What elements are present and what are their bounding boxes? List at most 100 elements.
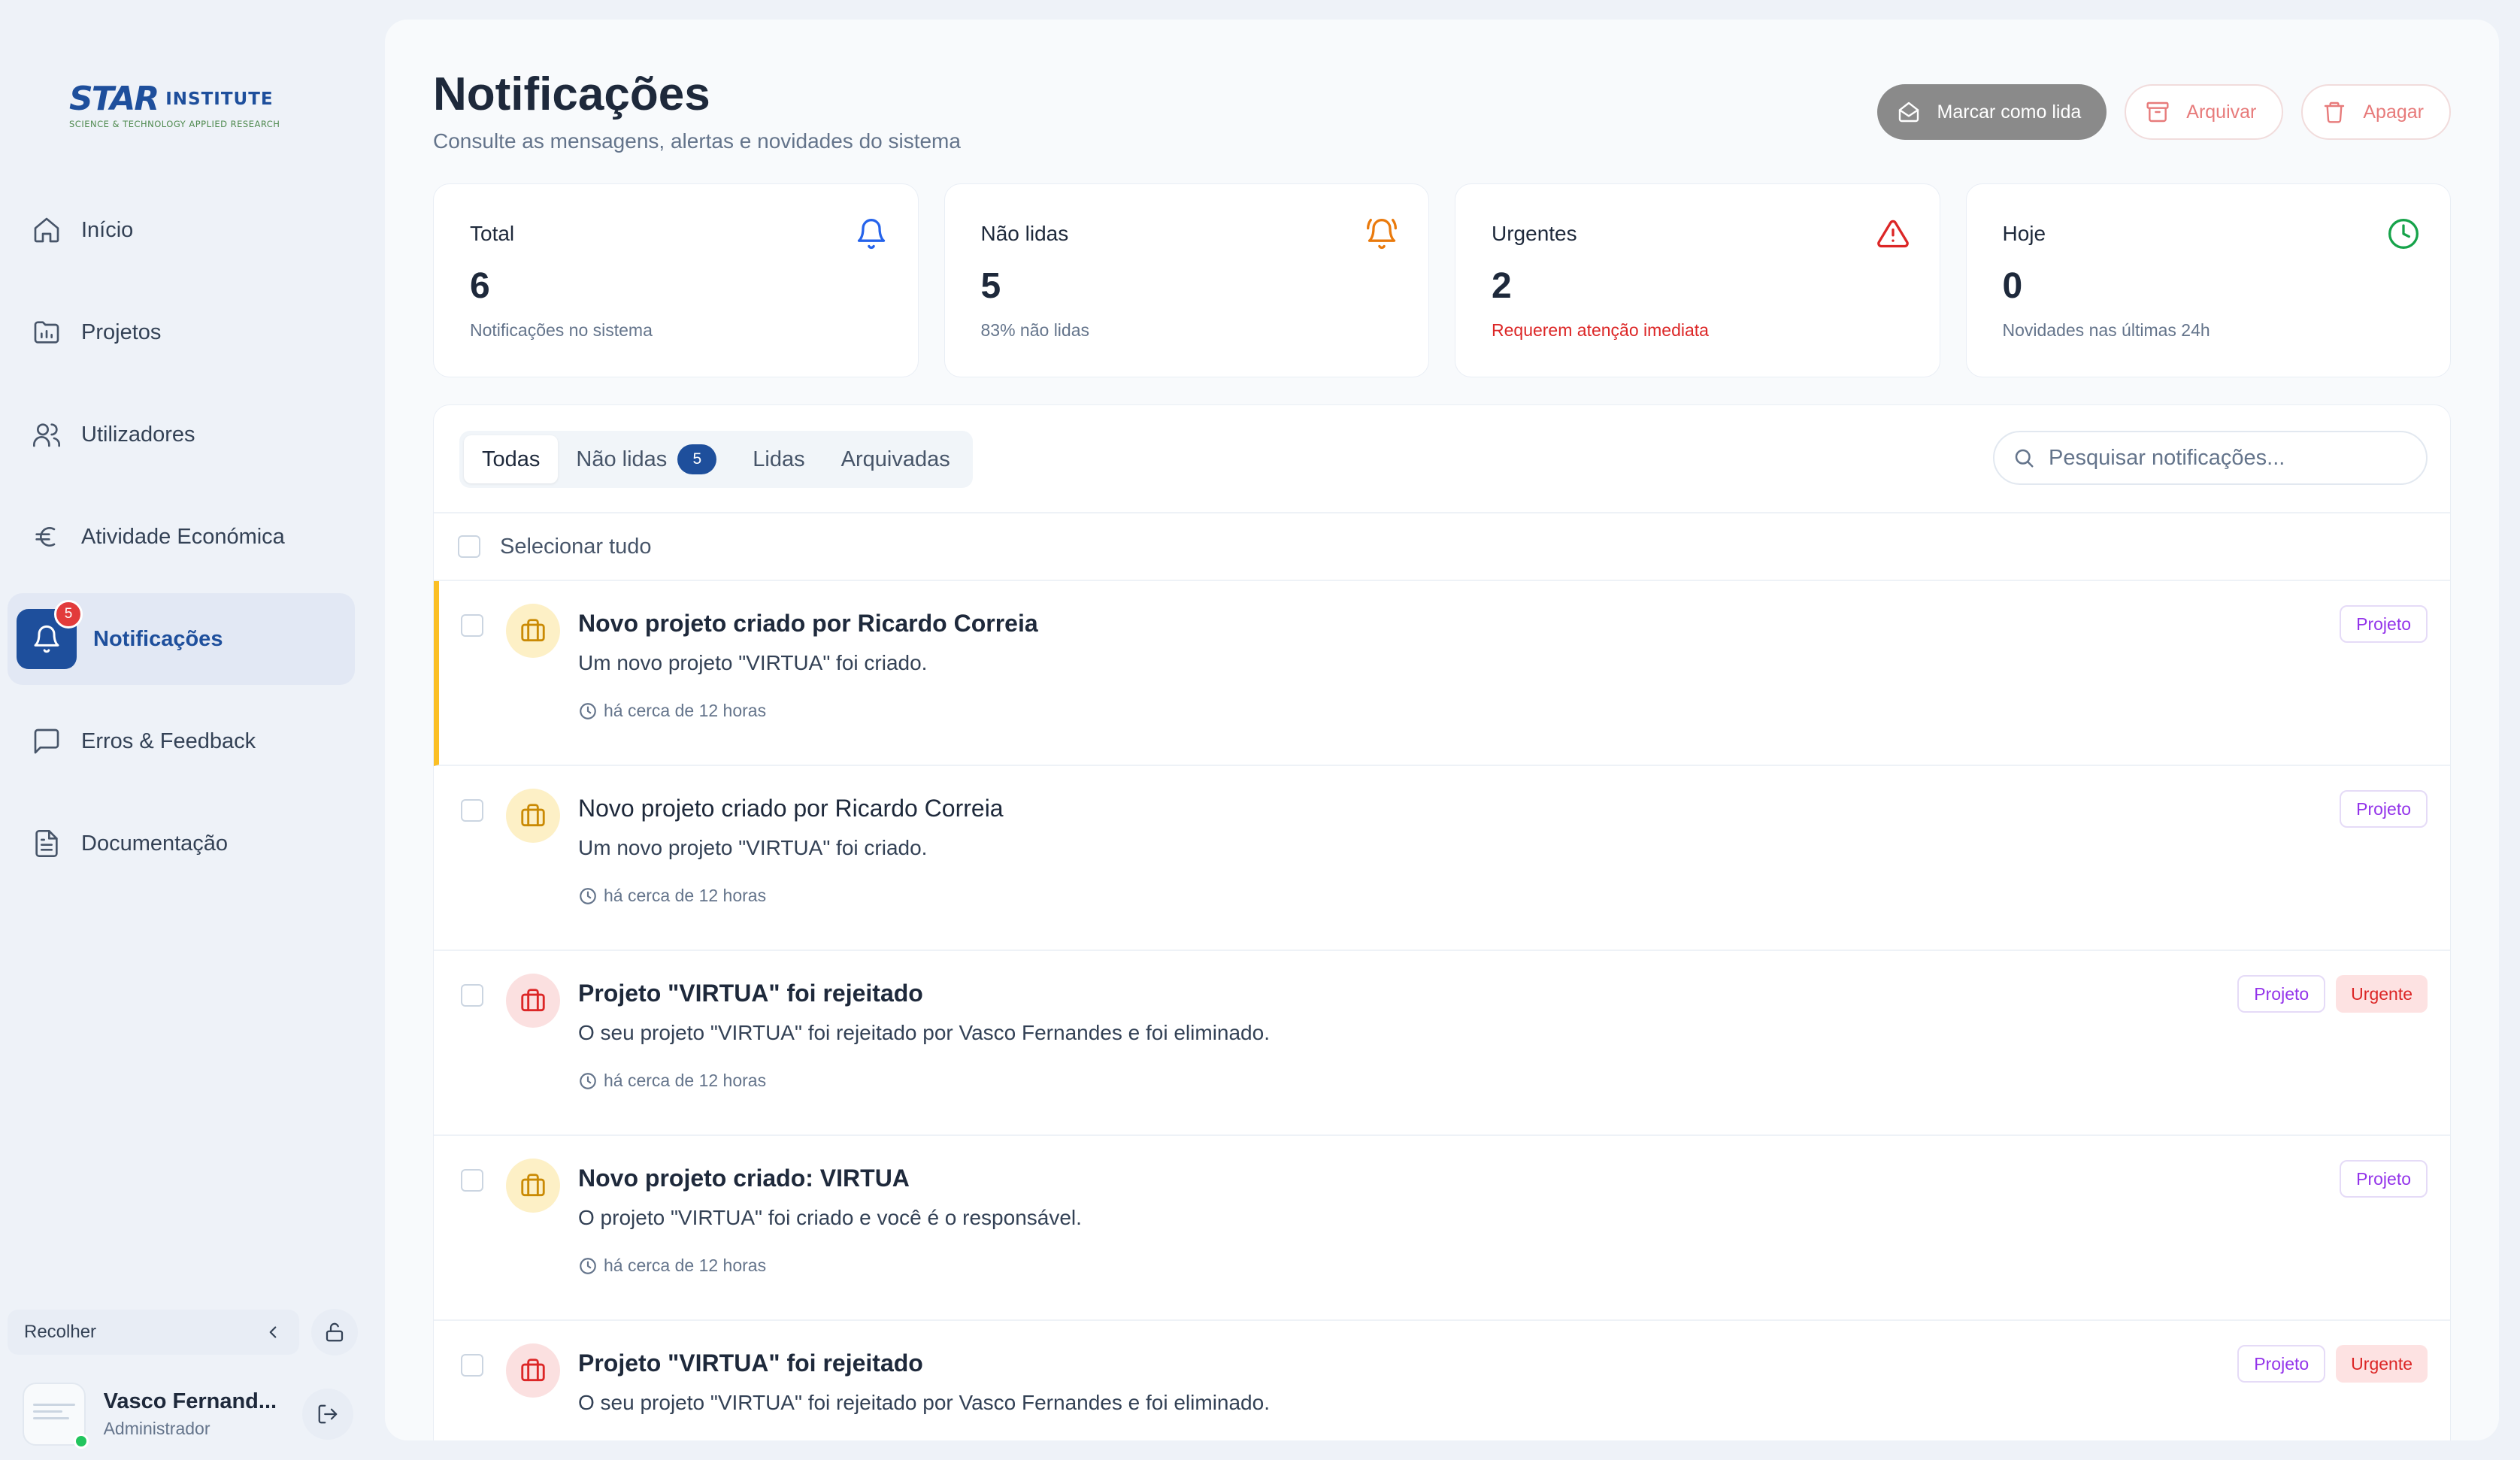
- clock-icon: [580, 1072, 596, 1089]
- notification-checkbox[interactable]: [461, 1354, 483, 1377]
- tab-nao-lidas[interactable]: Não lidas 5: [558, 435, 734, 483]
- stat-value: 0: [2002, 266, 2023, 306]
- user-info: Vasco Fernand... Administrador: [104, 1389, 291, 1439]
- sidebar-item-atividade-economica[interactable]: Atividade Económica: [8, 491, 355, 583]
- stat-note: 83% não lidas: [980, 320, 1090, 340]
- notification-time-text: há cerca de 12 horas: [604, 886, 767, 905]
- stat-value: 2: [1492, 266, 1512, 306]
- stat-card-urgent: Urgentes 2 Requerem atenção imediata: [1455, 183, 1940, 377]
- search-input[interactable]: [2049, 445, 2409, 471]
- select-all-checkbox[interactable]: [458, 535, 480, 558]
- sidebar-item-label: Notificações: [93, 626, 223, 651]
- notification-item[interactable]: Novo projeto criado por Ricardo Correia …: [434, 581, 2450, 766]
- alert-triangle-icon: [1876, 220, 1909, 248]
- sidebar-item-notificacoes[interactable]: 5 Notificações: [8, 593, 355, 685]
- lock-sidebar-button[interactable]: [311, 1309, 358, 1355]
- sidebar-item-label: Atividade Económica: [81, 524, 285, 549]
- archive-label: Arquivar: [2186, 101, 2257, 123]
- select-all-label: Selecionar tudo: [500, 534, 652, 559]
- notification-time-text: há cerca de 12 horas: [604, 701, 767, 720]
- notification-text: O projeto "VIRTUA" foi criado e você é o…: [578, 1206, 1082, 1229]
- sidebar: STAR INSTITUTE SCIENCE & TECHNOLOGY APPL…: [0, 0, 376, 1460]
- tag-projeto: Projeto: [2340, 1160, 2428, 1198]
- logout-button[interactable]: [302, 1389, 353, 1440]
- select-all-row: Selecionar tudo: [434, 513, 2450, 581]
- avatar-placeholder: [33, 1404, 75, 1424]
- notification-time: há cerca de 12 horas: [578, 1256, 1082, 1276]
- filter-bar: Todas Não lidas 5 Lidas Arquivadas: [434, 405, 2450, 513]
- sidebar-item-erros-feedback[interactable]: Erros & Feedback: [8, 695, 355, 787]
- stat-note: Novidades nas últimas 24h: [2002, 320, 2210, 340]
- notification-title: Novo projeto criado por Ricardo Correia: [578, 610, 1038, 637]
- notification-item[interactable]: Projeto "VIRTUA" foi rejeitado O seu pro…: [434, 1321, 2450, 1440]
- notification-checkbox[interactable]: [461, 984, 483, 1007]
- notification-count-badge: 5: [54, 600, 83, 629]
- brand-logo[interactable]: STAR INSTITUTE SCIENCE & TECHNOLOGY APPL…: [69, 83, 304, 134]
- delete-button[interactable]: Apagar: [2301, 84, 2451, 140]
- notification-body: Novo projeto criado: VIRTUA O projeto "V…: [578, 1165, 1082, 1276]
- sidebar-item-projetos[interactable]: Projetos: [8, 286, 355, 378]
- stat-label: Total: [470, 222, 515, 245]
- notification-text: Um novo projeto "VIRTUA" foi criado.: [578, 836, 928, 859]
- stat-card-unread: Não lidas 5 83% não lidas: [943, 183, 1429, 377]
- folder-chart-icon: [23, 308, 71, 356]
- notification-item[interactable]: Novo projeto criado por Ricardo Correia …: [434, 766, 2450, 951]
- avatar[interactable]: [23, 1383, 89, 1449]
- notification-time: há cerca de 12 horas: [578, 886, 1004, 906]
- collapse-sidebar-button[interactable]: Recolher: [8, 1310, 299, 1355]
- search-box: [1993, 431, 2428, 485]
- clock-icon: [580, 887, 596, 904]
- tag-projeto: Projeto: [2340, 790, 2428, 828]
- clock-icon: [580, 702, 596, 719]
- notification-title: Novo projeto criado: VIRTUA: [578, 1165, 910, 1192]
- notifications-panel: Todas Não lidas 5 Lidas Arquivadas Pesqu…: [433, 404, 2451, 1440]
- sidebar-nav: Início Projetos Utilizadores Atividade E…: [8, 184, 355, 900]
- tag-projeto: Projeto: [2340, 605, 2428, 643]
- main-content: Notificações Consulte as mensagens, aler…: [385, 20, 2499, 1440]
- filter-tabs: Todas Não lidas 5 Lidas Arquivadas: [459, 431, 973, 488]
- notification-tags: Projeto Urgente: [2237, 975, 2428, 1013]
- collapse-label: Recolher: [24, 1322, 97, 1342]
- page-title: Notificações: [433, 68, 710, 120]
- archive-button[interactable]: Arquivar: [2125, 84, 2284, 140]
- tab-label: Arquivadas: [841, 447, 950, 471]
- notification-item[interactable]: Projeto "VIRTUA" foi rejeitado O seu pro…: [434, 951, 2450, 1136]
- notification-checkbox[interactable]: [461, 799, 483, 822]
- clock-icon: [580, 1257, 596, 1274]
- tab-todas[interactable]: Todas: [464, 435, 559, 483]
- stat-note: Requerem atenção imediata: [1492, 320, 1709, 340]
- bell-icon: 5: [17, 600, 83, 669]
- tab-arquivadas[interactable]: Arquivadas: [823, 435, 968, 483]
- message-icon: [23, 717, 71, 765]
- sidebar-item-documentacao[interactable]: Documentação: [8, 798, 355, 889]
- logo-suffix-text: INSTITUTE: [165, 89, 274, 109]
- tab-lidas[interactable]: Lidas: [734, 435, 822, 483]
- notification-checkbox[interactable]: [461, 1169, 483, 1192]
- sidebar-item-label: Início: [81, 217, 134, 242]
- delete-label: Apagar: [2363, 101, 2424, 123]
- user-name: Vasco Fernand...: [103, 1389, 277, 1413]
- notification-tags: Projeto: [2340, 605, 2428, 643]
- notification-tags: Projeto: [2340, 1160, 2428, 1198]
- user-profile[interactable]: Vasco Fernand... Administrador: [23, 1380, 353, 1449]
- notification-time: há cerca de 12 horas: [578, 1071, 1270, 1091]
- notification-text: O seu projeto "VIRTUA" foi rejeitado por…: [578, 1021, 1270, 1044]
- notification-checkbox[interactable]: [461, 614, 483, 637]
- notification-item[interactable]: Novo projeto criado: VIRTUA O projeto "V…: [434, 1136, 2450, 1321]
- notification-tags: Projeto Urgente: [2237, 1345, 2428, 1383]
- mark-as-read-button[interactable]: Marcar como lida: [1876, 84, 2107, 140]
- sidebar-item-label: Erros & Feedback: [81, 728, 256, 753]
- stat-card-total: Total 6 Notificações no sistema: [433, 183, 919, 377]
- sidebar-item-utilizadores[interactable]: Utilizadores: [8, 389, 355, 480]
- stat-label: Não lidas: [980, 222, 1069, 245]
- notification-body: Projeto "VIRTUA" foi rejeitado O seu pro…: [578, 980, 1270, 1091]
- logo-subtitle: SCIENCE & TECHNOLOGY APPLIED RESEARCH: [69, 119, 280, 129]
- notification-title: Projeto "VIRTUA" foi rejeitado: [578, 980, 923, 1007]
- notification-time: há cerca de 12 horas: [578, 701, 1038, 721]
- bell-icon: [857, 219, 885, 249]
- tab-label: Lidas: [753, 447, 805, 471]
- mail-open-icon: [1898, 101, 1919, 123]
- sidebar-item-inicio[interactable]: Início: [8, 184, 355, 276]
- logout-icon: [318, 1404, 338, 1424]
- notification-text: O seu projeto "VIRTUA" foi rejeitado por…: [578, 1391, 1270, 1414]
